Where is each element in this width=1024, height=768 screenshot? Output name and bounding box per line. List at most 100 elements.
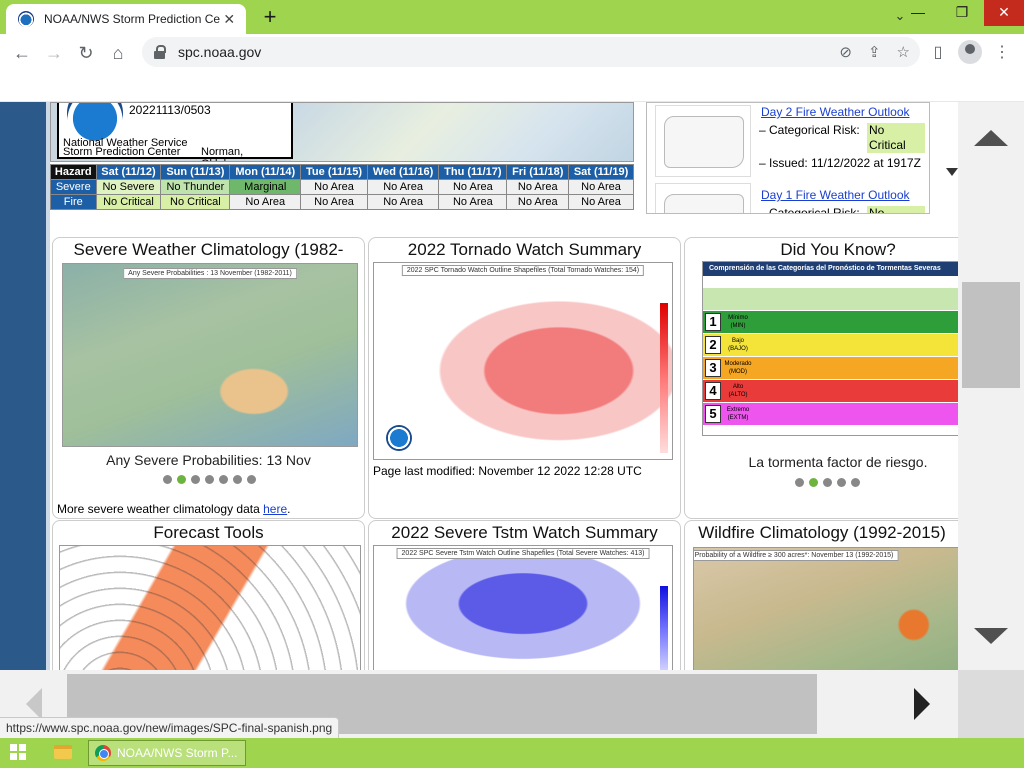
risk-category: Bajo (BAJO) xyxy=(728,338,748,352)
header-day[interactable]: Mon (11/14) xyxy=(229,164,302,180)
scroll-right-arrow-icon[interactable] xyxy=(914,688,930,720)
forecast-tools-image[interactable] xyxy=(59,545,361,670)
severe-cell[interactable]: No Area xyxy=(366,179,440,195)
scroll-left-arrow-icon[interactable] xyxy=(26,688,42,720)
left-decor-band xyxy=(0,102,46,670)
severe-cell[interactable]: No Thunder xyxy=(160,179,231,195)
day2-fire-outlook-link[interactable]: Day 2 Fire Weather Outlook xyxy=(761,105,910,119)
address-bar[interactable]: spc.noaa.gov ⊘ ⇪ ☆ xyxy=(142,37,920,67)
risk-number: 4 xyxy=(705,382,721,400)
profile-avatar[interactable] xyxy=(958,40,982,64)
home-icon[interactable]: ⌂ xyxy=(102,37,134,69)
windows-start-icon[interactable] xyxy=(10,744,26,760)
fire-cell[interactable]: No Area xyxy=(506,194,570,210)
vertical-scroll-thumb[interactable] xyxy=(962,282,1020,388)
risk-row: 2 Bajo (BAJO) xyxy=(703,334,961,356)
tornado-legend-bar xyxy=(660,303,668,453)
scroll-down-arrow-icon[interactable] xyxy=(974,628,1008,644)
carousel-dot-active[interactable] xyxy=(177,475,186,484)
scrollbar-corner xyxy=(958,670,1024,738)
fire-cell[interactable]: No Area xyxy=(300,194,368,210)
carousel-dot[interactable] xyxy=(205,475,214,484)
new-tab-button[interactable]: + xyxy=(258,4,282,30)
reload-icon[interactable]: ↻ xyxy=(70,37,102,69)
header-day[interactable]: Tue (11/15) xyxy=(300,164,368,180)
scroll-up-arrow-icon[interactable] xyxy=(974,130,1008,146)
day1-fire-map-thumb[interactable] xyxy=(655,183,751,213)
image-banner: 2022 SPC Severe Tstm Watch Outline Shape… xyxy=(396,548,650,559)
risk-category: Extremo (EXTM) xyxy=(726,407,750,421)
severe-cell[interactable]: No Severe xyxy=(95,179,162,195)
carousel-dot-active[interactable] xyxy=(809,478,818,487)
climatology-here-link[interactable]: here xyxy=(263,502,287,516)
risk-row: 3 Moderado (MOD) xyxy=(703,357,961,379)
side-panel-icon[interactable]: ▯ xyxy=(924,37,952,69)
fire-cell[interactable]: No Area xyxy=(229,194,302,210)
card-title: 2022 Tornado Watch Summary xyxy=(407,240,642,259)
carousel-dot[interactable] xyxy=(795,478,804,487)
windows-taskbar: NOAA/NWS Storm P... xyxy=(0,738,1024,768)
tab-close-icon[interactable]: ✕ xyxy=(220,11,238,28)
close-window-button[interactable]: ✕ xyxy=(984,0,1024,26)
severe-tstm-watch-image[interactable]: 2022 SPC Severe Tstm Watch Outline Shape… xyxy=(373,545,673,670)
share-icon[interactable]: ⇪ xyxy=(868,43,881,61)
climatology-image[interactable]: Any Severe Probabilities : 13 November (… xyxy=(62,263,358,447)
header-day[interactable]: Fri (11/18) xyxy=(506,164,570,180)
contour-lines xyxy=(60,546,360,670)
climatology-dots xyxy=(163,475,256,484)
risk-number: 2 xyxy=(705,336,721,354)
fire-cell[interactable]: No Area xyxy=(568,194,634,210)
severe-cell[interactable]: No Area xyxy=(568,179,634,195)
carousel-dot[interactable] xyxy=(851,478,860,487)
risk-categories-image[interactable]: Comprensión de las Categorías del Pronós… xyxy=(702,261,962,436)
day1-cat-label: – Categorical Risk: xyxy=(759,206,860,214)
tab-strip: NOAA/NWS Storm Prediction Ce ✕ + ⌄ — ❐ ✕ xyxy=(0,0,1024,34)
vertical-scrollbar[interactable] xyxy=(958,102,1024,670)
taskbar-chrome-window[interactable]: NOAA/NWS Storm P... xyxy=(88,740,246,766)
severe-cell[interactable]: No Area xyxy=(438,179,508,195)
carousel-dot[interactable] xyxy=(247,475,256,484)
carousel-dot[interactable] xyxy=(837,478,846,487)
carousel-dot[interactable] xyxy=(191,475,200,484)
risk-number: 5 xyxy=(705,405,721,423)
restore-button[interactable]: ❐ xyxy=(942,0,982,26)
carousel-dot[interactable] xyxy=(823,478,832,487)
url-text[interactable]: spc.noaa.gov xyxy=(178,44,261,60)
day2-fire-map-thumb[interactable] xyxy=(655,105,751,177)
severe-tstm-watch-card: 2022 Severe Tstm Watch Summary 2022 SPC … xyxy=(368,520,681,670)
carousel-dot[interactable] xyxy=(163,475,172,484)
fire-cell[interactable]: No Critical xyxy=(160,194,231,210)
fire-outlook-panel: Day 2 Fire Weather Outlook – Categorical… xyxy=(646,102,930,214)
forward-arrow-icon[interactable]: → xyxy=(38,37,70,69)
header-day[interactable]: Sun (11/13) xyxy=(160,164,231,180)
eye-slash-icon[interactable]: ⊘ xyxy=(839,43,852,61)
header-day[interactable]: Sat (11/12) xyxy=(95,164,162,180)
day2-cat-label: – Categorical Risk: xyxy=(759,123,860,137)
carousel-dot[interactable] xyxy=(219,475,228,484)
carousel-dot[interactable] xyxy=(233,475,242,484)
file-explorer-icon[interactable] xyxy=(54,745,72,759)
header-day[interactable]: Thu (11/17) xyxy=(438,164,508,180)
fire-cell[interactable]: No Critical xyxy=(95,194,162,210)
back-arrow-icon[interactable]: ← xyxy=(6,37,38,69)
outlook-table: Hazard Sat (11/12) Sun (11/13) Mon (11/1… xyxy=(50,164,634,210)
day1-risk-badge: No xyxy=(867,206,925,213)
menu-kebab-icon[interactable]: ⋮ xyxy=(988,37,1016,69)
issued-date: 20221113/0503 xyxy=(129,103,211,117)
fire-cell[interactable]: No Area xyxy=(438,194,508,210)
lock-icon[interactable] xyxy=(154,45,166,59)
fire-cell[interactable]: No Area xyxy=(366,194,440,210)
severe-cell[interactable]: Marginal xyxy=(229,179,302,195)
severe-cell[interactable]: No Area xyxy=(506,179,570,195)
browser-tab[interactable]: NOAA/NWS Storm Prediction Ce ✕ xyxy=(6,4,246,34)
chrome-icon xyxy=(95,745,111,761)
tornado-watch-image[interactable]: 2022 SPC Tornado Watch Outline Shapefile… xyxy=(373,262,673,460)
bookmark-star-icon[interactable]: ☆ xyxy=(897,43,910,61)
severe-cell[interactable]: No Area xyxy=(300,179,368,195)
header-day[interactable]: Wed (11/16) xyxy=(366,164,440,180)
wildfire-climatology-image[interactable]: Probability of a Wildfire ≥ 300 acres*: … xyxy=(693,547,963,670)
header-day[interactable]: Sat (11/19) xyxy=(568,164,634,180)
minimize-button[interactable]: — xyxy=(898,0,938,26)
day1-fire-outlook-link[interactable]: Day 1 Fire Weather Outlook xyxy=(761,188,910,202)
fire-scroll-down-icon[interactable] xyxy=(946,168,958,176)
